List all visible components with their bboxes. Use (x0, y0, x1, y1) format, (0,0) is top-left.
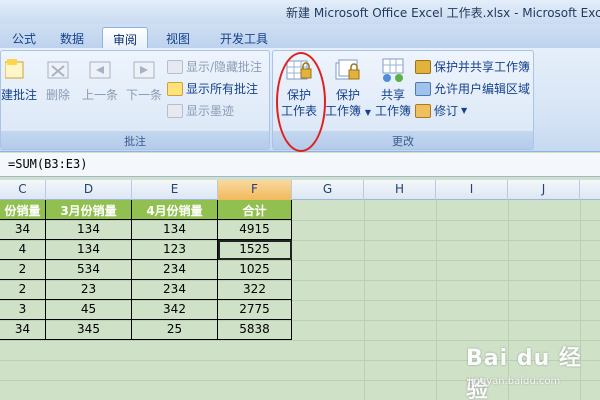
tab-view[interactable]: 视图 (158, 27, 198, 48)
protect-share-label: 保护并共享工作簿 (434, 60, 531, 74)
share-workbook-line2: 工作簿 (374, 104, 411, 118)
column-header-c[interactable]: C (0, 180, 46, 200)
new-comment-label: 建批注 (1, 88, 38, 102)
lock-share-icon (415, 59, 431, 74)
ribbon-tabs: 公式 数据 审阅 视图 开发工具 (0, 24, 600, 48)
lock-sheet-icon (285, 57, 313, 85)
protect-workbook-line1: 保护 (335, 88, 360, 102)
protect-sheet-line1: 保护 (286, 88, 311, 102)
show-all-comments-label: 显示所有批注 (186, 82, 259, 96)
table-cell[interactable]: 23 (46, 280, 132, 300)
table-cell[interactable]: 25 (132, 320, 218, 340)
window-title: 新建 Microsoft Office Excel 工作表.xlsx - Mic… (286, 6, 600, 20)
comment-toggle-icon (167, 59, 183, 74)
formula-bar[interactable]: =SUM(B3:E3) (0, 153, 600, 177)
delete-comment-label: 删除 (45, 88, 70, 102)
protect-sheet-line2: 工作表 (280, 104, 317, 118)
table-cell[interactable]: 5838 (218, 320, 292, 340)
ribbon: 建批注 删除 上一条 下一条 显示/隐藏批注 显示所有批注 显示墨迹 批注 保护… (0, 48, 600, 152)
show-ink-button[interactable]: 显示墨迹 (167, 101, 234, 120)
chevron-down-icon: ▼ (364, 108, 371, 117)
table-header-cell[interactable]: 4月份销量 (132, 200, 218, 220)
delete-icon (44, 57, 72, 85)
column-header-j[interactable]: J (508, 180, 580, 200)
table-cell[interactable]: 322 (218, 280, 292, 300)
watermark-logo: Bai du 经验 (466, 346, 582, 400)
column-header-i[interactable]: I (436, 180, 508, 200)
table-cell[interactable]: 534 (46, 260, 132, 280)
ink-icon (167, 103, 183, 118)
changes-group-label: 更改 (273, 131, 533, 149)
table-cell[interactable]: 234 (132, 280, 218, 300)
watermark-url: jingyan.baidu.com (468, 376, 561, 387)
edit-ranges-icon (415, 81, 431, 96)
table-cell[interactable]: 123 (132, 240, 218, 260)
table-cell[interactable]: 134 (46, 240, 132, 260)
table-cell[interactable]: 2 (0, 260, 46, 280)
protect-sheet-button[interactable]: 保护 工作表 (277, 57, 321, 119)
track-changes-icon (415, 103, 431, 118)
table-cell[interactable]: 342 (132, 300, 218, 320)
column-header-g[interactable]: G (292, 180, 364, 200)
comment-icon (4, 57, 33, 85)
table-cell[interactable]: 34 (0, 320, 46, 340)
table-cell[interactable]: 345 (46, 320, 132, 340)
table-cell[interactable]: 1025 (218, 260, 292, 280)
table-cell[interactable]: 2 (0, 280, 46, 300)
track-changes-label: 修订 (434, 104, 459, 118)
tab-review[interactable]: 审阅 (102, 27, 148, 48)
table-cell[interactable]: 134 (46, 220, 132, 240)
delete-comment-button[interactable]: 删除 (41, 57, 75, 103)
show-hide-comment-label: 显示/隐藏批注 (186, 60, 263, 74)
arrow-right-icon (130, 57, 158, 85)
column-header-h[interactable]: H (364, 180, 436, 200)
protect-workbook-line2: 工作簿 ▼ (325, 104, 371, 118)
previous-comment-label: 上一条 (81, 88, 118, 102)
chevron-down-icon: ▼ (461, 106, 468, 115)
show-ink-label: 显示墨迹 (186, 104, 235, 118)
protect-workbook-button[interactable]: 保护 工作簿 ▼ (325, 57, 371, 121)
table-cell[interactable]: 34 (0, 220, 46, 240)
table-cell[interactable]: 4915 (218, 220, 292, 240)
tab-developer[interactable]: 开发工具 (212, 27, 276, 48)
formula-text: =SUM(B3:E3) (8, 157, 88, 171)
lock-workbook-icon (334, 57, 362, 85)
table-header-cell[interactable]: 份销量 (0, 200, 46, 220)
comments-group: 建批注 删除 上一条 下一条 显示/隐藏批注 显示所有批注 显示墨迹 批注 (0, 50, 270, 150)
table-cell[interactable]: 3 (0, 300, 46, 320)
share-workbook-button[interactable]: 共享 工作簿 (373, 57, 413, 119)
share-workbook-icon (379, 57, 407, 85)
show-all-comments-button[interactable]: 显示所有批注 (167, 79, 258, 98)
next-comment-label: 下一条 (125, 88, 162, 102)
allow-edit-ranges-label: 允许用户编辑区域 (434, 82, 531, 96)
column-header-f[interactable]: F (218, 180, 292, 200)
protect-share-workbook-button[interactable]: 保护并共享工作簿 (415, 57, 530, 76)
table-header-cell[interactable]: 3月份销量 (46, 200, 132, 220)
baidu-watermark: Bai du 经验 jingyan.baidu.com (466, 340, 596, 400)
allow-edit-ranges-button[interactable]: 允许用户编辑区域 (415, 79, 530, 98)
column-header-d[interactable]: D (46, 180, 132, 200)
share-workbook-line1: 共享 (380, 88, 405, 102)
title-bar: 新建 Microsoft Office Excel 工作表.xlsx - Mic… (0, 0, 600, 24)
table-cell[interactable]: 45 (46, 300, 132, 320)
table-cell[interactable]: 234 (132, 260, 218, 280)
column-headers: C D E F G H I J (0, 180, 600, 200)
arrow-left-icon (86, 57, 114, 85)
track-changes-button[interactable]: 修订 ▼ (415, 101, 467, 120)
previous-comment-button[interactable]: 上一条 (79, 57, 121, 103)
changes-group: 保护 工作表 保护 工作簿 ▼ 共享 工作簿 保护并共享工作簿 允许用户编辑区域 (272, 50, 534, 150)
table-header-cell[interactable]: 合计 (218, 200, 292, 220)
table-cell[interactable]: 2775 (218, 300, 292, 320)
table-cell[interactable]: 4 (0, 240, 46, 260)
tab-data[interactable]: 数据 (52, 27, 92, 48)
next-comment-button[interactable]: 下一条 (123, 57, 165, 103)
comments-icon (167, 81, 183, 96)
active-cell[interactable]: 1525 (218, 240, 292, 260)
table-cell[interactable]: 134 (132, 220, 218, 240)
comments-group-label: 批注 (1, 131, 269, 149)
column-header-e[interactable]: E (132, 180, 218, 200)
tab-formulas[interactable]: 公式 (4, 27, 44, 48)
show-hide-comment-button[interactable]: 显示/隐藏批注 (167, 57, 262, 76)
new-comment-button[interactable]: 建批注 (1, 57, 37, 103)
